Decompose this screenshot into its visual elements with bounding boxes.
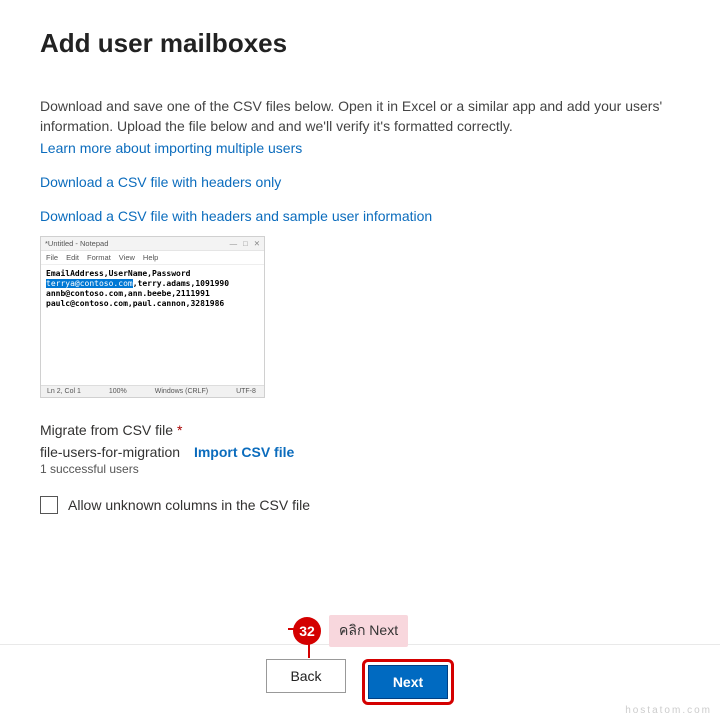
np-menu-help: Help <box>143 253 158 262</box>
step-badge: 32 <box>293 617 321 645</box>
download-sample-link[interactable]: Download a CSV file with headers and sam… <box>40 208 432 224</box>
upload-status: 1 successful users <box>40 462 680 476</box>
allow-unknown-label: Allow unknown columns in the CSV file <box>68 497 310 513</box>
back-button[interactable]: Back <box>266 659 346 693</box>
watermark: hostatom.com <box>625 705 712 716</box>
np-status-crlf: Windows (CRLF) <box>155 388 208 395</box>
np-menu-format: Format <box>87 253 111 262</box>
np-menu-edit: Edit <box>66 253 79 262</box>
step-tip: คลิก Next <box>329 615 408 647</box>
close-icon: ✕ <box>254 239 260 248</box>
notepad-body: EmailAddress,UserName,Password terrya@co… <box>41 265 264 385</box>
notepad-preview: *Untitled - Notepad — □ ✕ File Edit Form… <box>40 236 265 398</box>
np-menu-file: File <box>46 253 58 262</box>
notepad-title: *Untitled - Notepad <box>45 239 108 248</box>
np-status-zoom: 100% <box>109 388 127 395</box>
page-title: Add user mailboxes <box>40 28 680 59</box>
download-headers-link[interactable]: Download a CSV file with headers only <box>40 174 281 190</box>
np-status-enc: UTF-8 <box>236 388 256 395</box>
intro-text: Download and save one of the CSV files b… <box>40 97 680 136</box>
np-status-pos: Ln 2, Col 1 <box>47 388 81 395</box>
allow-unknown-checkbox[interactable] <box>40 496 58 514</box>
next-button-highlight: Next <box>362 659 454 705</box>
maximize-icon: □ <box>243 239 248 248</box>
migrate-label: Migrate from CSV file * <box>40 422 680 438</box>
np-menu-view: View <box>119 253 135 262</box>
next-button[interactable]: Next <box>368 665 448 699</box>
wizard-footer: Back Next <box>0 644 720 705</box>
step-callout: 32 คลิก Next <box>293 615 408 647</box>
learn-more-link[interactable]: Learn more about importing multiple user… <box>40 140 302 156</box>
import-csv-button[interactable]: Import CSV file <box>194 444 294 460</box>
minimize-icon: — <box>230 239 238 248</box>
uploaded-file-name: file-users-for-migration <box>40 444 180 460</box>
